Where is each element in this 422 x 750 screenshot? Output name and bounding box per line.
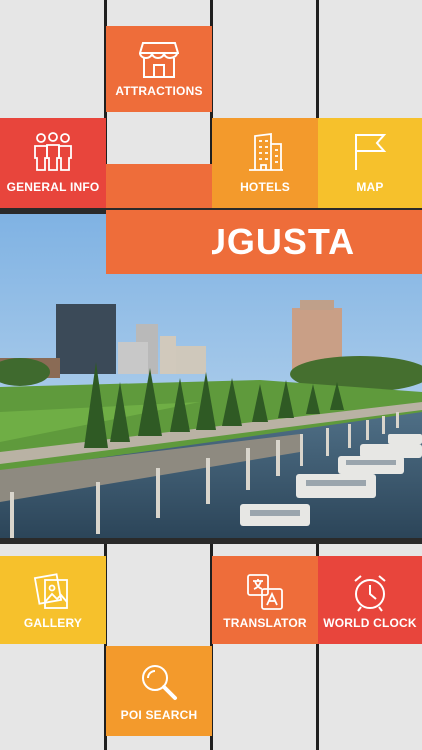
poi-search-tile[interactable]: POI SEARCH xyxy=(106,646,212,736)
map-label: MAP xyxy=(356,180,384,194)
general-info-label: GENERAL INFO xyxy=(6,180,100,194)
flag-icon xyxy=(350,132,390,172)
hotels-tile[interactable]: HOTELS xyxy=(212,118,318,208)
world-clock-tile[interactable]: WORLD CLOCK xyxy=(318,556,422,644)
magnifier-icon xyxy=(139,662,179,702)
translate-icon xyxy=(245,572,285,612)
gallery-tile[interactable]: GALLERY xyxy=(0,556,106,644)
alarm-clock-icon xyxy=(350,572,390,612)
world-clock-label: WORLD CLOCK xyxy=(323,616,417,630)
gallery-icon xyxy=(33,572,73,612)
map-tile[interactable]: MAP xyxy=(318,118,422,208)
people-icon xyxy=(32,132,74,172)
accent-block xyxy=(106,164,212,214)
attractions-tile[interactable]: ATTRACTIONS xyxy=(106,26,212,112)
photo-border-bottom xyxy=(0,538,422,544)
attractions-label: ATTRACTIONS xyxy=(115,84,203,98)
hotel-building-icon xyxy=(245,132,285,172)
translator-label: TRANSLATOR xyxy=(223,616,307,630)
poi-search-label: POI SEARCH xyxy=(120,708,198,722)
accent-block xyxy=(106,214,212,274)
hotels-label: HOTELS xyxy=(240,180,290,194)
translator-tile[interactable]: TRANSLATOR xyxy=(212,556,318,644)
gallery-label: GALLERY xyxy=(23,616,83,630)
general-info-tile[interactable]: GENERAL INFO xyxy=(0,118,106,208)
storefront-icon xyxy=(139,41,179,79)
